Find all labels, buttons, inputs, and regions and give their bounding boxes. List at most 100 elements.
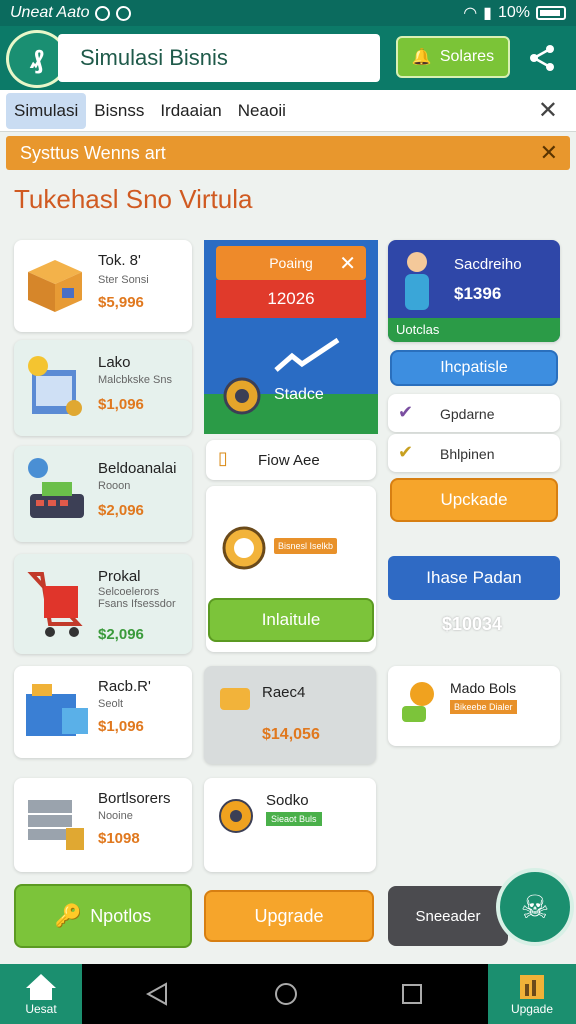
house-icon xyxy=(26,974,56,1000)
primary-action-button[interactable]: Ihcpatisle xyxy=(390,350,558,386)
shop-card-1[interactable]: Tok. 8' Ster Sonsi $5,996 xyxy=(14,240,192,332)
shop-card-sub: Ster Sonsi xyxy=(98,274,149,286)
list-item-label: Gpdarne xyxy=(440,406,495,422)
gear-tile[interactable]: Sodko Sieaot Buls xyxy=(204,778,376,872)
sync-status-icon xyxy=(116,5,132,21)
floating-skull-button[interactable]: ☠ xyxy=(496,868,574,946)
trend-check-icon xyxy=(274,337,340,372)
upgrade-main-label: Upgrade xyxy=(254,905,324,926)
profile-card[interactable]: Sacdreiho $1396 Uotclas xyxy=(388,240,560,342)
bonus-card[interactable]: Mado Bols Bikeebe Dialer xyxy=(388,666,560,746)
shop-card-sub: Selcoelerors Fsans Ifsessdor xyxy=(98,586,176,610)
shop-card-title: Bortlsorers xyxy=(98,790,171,807)
home-circle-icon[interactable] xyxy=(274,982,298,1006)
box-icon xyxy=(28,260,82,312)
stats-panel: Poaing ✕ 12026 Stadce xyxy=(204,240,378,434)
shopping-bag-icon xyxy=(26,684,88,736)
app-title: Simulasi Bisnis xyxy=(80,45,228,70)
profile-title: Sacdreiho xyxy=(454,256,522,273)
gear-tag: Sieaot Buls xyxy=(266,812,322,826)
close-tabs-icon[interactable]: ✕ xyxy=(538,96,558,125)
shop-card-sub: Rooon xyxy=(98,480,131,492)
person-avatar-icon xyxy=(405,252,429,310)
signal-icon: ▮ xyxy=(483,5,492,22)
spreader-label: Sneeader xyxy=(415,907,481,925)
coin-hand-icon xyxy=(402,682,434,722)
nav-home[interactable]: Uesat xyxy=(0,964,82,1024)
status-bar: Uneat Aato ◠ ▮ 10% xyxy=(0,0,576,26)
wifi-icon: ◠ xyxy=(463,5,478,22)
gear-icon xyxy=(223,377,261,415)
promo-title: Ihase Padan xyxy=(426,568,522,587)
notice-text: Systtus Wenns art xyxy=(20,142,166,163)
shop-card-5[interactable]: Racb.R' Seolt $1,096 xyxy=(14,666,192,758)
shop-card-sub: Nooine xyxy=(98,810,133,822)
wallet-icon xyxy=(220,688,250,710)
tab-bar: Simulasi Bisnss Irdaaian Neaoii ✕ xyxy=(0,90,576,132)
upgrade-main-button[interactable]: Upgrade xyxy=(204,890,374,942)
initialize-label: Inlaitule xyxy=(261,610,321,629)
tile-title: Raec4 xyxy=(262,684,306,701)
shelf-icon xyxy=(28,800,84,850)
shop-card-price: $2,096 xyxy=(98,626,144,643)
tab-label: Simulasi xyxy=(14,100,79,120)
flow-row[interactable]: ▯ Fiow Aee xyxy=(206,440,376,480)
pending-label: Poaing xyxy=(269,255,313,271)
shop-card-price: $5,996 xyxy=(98,294,144,311)
close-icon[interactable]: ✕ xyxy=(339,251,356,276)
page-title: Tukehasl Sno Virtula xyxy=(14,184,253,214)
shop-card-title: Tok. 8' xyxy=(98,252,141,269)
bonus-tag: Bikeebe Dialer xyxy=(450,700,517,714)
shop-card-sub: Malcbkske Sns xyxy=(98,374,172,386)
recents-icon[interactable] xyxy=(402,984,422,1004)
promo-value: $10034 xyxy=(442,614,503,634)
upgrade-button[interactable]: Upckade xyxy=(390,478,558,522)
initialize-button[interactable]: Inlaitule xyxy=(208,598,374,642)
value-tile[interactable]: Raec4 $14,056 xyxy=(204,666,376,764)
stats-value: 12026 xyxy=(216,280,366,318)
nav-upgrade[interactable]: Upgade xyxy=(488,964,576,1024)
app-title-field[interactable]: Simulasi Bisnis xyxy=(58,34,380,82)
skull-icon: ☠ xyxy=(520,889,550,925)
cash-register-icon xyxy=(28,458,84,518)
spreader-button[interactable]: Sneeader xyxy=(388,886,508,946)
tab-irdaaian[interactable]: Irdaaian xyxy=(152,93,229,129)
shop-card-title: Lako xyxy=(98,354,131,371)
shop-card-3[interactable]: Beldoanalai Rooon $2,096 xyxy=(14,446,192,542)
system-notice-banner: Systtus Wenns art ✕ xyxy=(6,136,570,170)
shop-card-price: $1,096 xyxy=(98,718,144,735)
list-item-label: Bhlpinen xyxy=(440,446,495,462)
key-icon: 🔑 xyxy=(54,903,83,928)
stats-status: Stadce xyxy=(274,386,324,403)
app-bar: ₰ Simulasi Bisnis 🔔 Solares xyxy=(0,26,576,90)
module-tag: Bisnesl Iselkb xyxy=(274,538,338,554)
sun-gear-icon xyxy=(219,799,253,833)
check-icon: ✔ xyxy=(398,442,414,462)
shop-card-6[interactable]: Bortlsorers Nooine $1098 xyxy=(14,778,192,872)
close-notice-icon[interactable]: ✕ xyxy=(540,140,558,166)
shop-card-title: Racb.R' xyxy=(98,678,151,695)
clipboard-icon: ▯ xyxy=(218,448,228,468)
upgrade-label: Upckade xyxy=(440,490,508,509)
profile-footer: Uotclas xyxy=(396,322,440,337)
solares-button[interactable]: 🔔 Solares xyxy=(396,36,510,78)
tab-bisnss[interactable]: Bisnss xyxy=(86,93,152,129)
solares-label: Solares xyxy=(439,48,495,65)
primary-action-label: Ihcpatisle xyxy=(440,359,508,376)
shop-card-4[interactable]: Prokal Selcoelerors Fsans Ifsessdor $2,0… xyxy=(14,554,192,654)
back-icon[interactable] xyxy=(146,982,168,1006)
tab-label: Irdaaian xyxy=(160,100,222,120)
shop-card-2[interactable]: Lako Malcbkske Sns $1,096 xyxy=(14,340,192,436)
list-item[interactable]: ✔ Bhlpinen xyxy=(388,434,560,472)
gear-title: Sodko xyxy=(266,792,309,809)
store-icon xyxy=(28,356,82,416)
share-icon[interactable] xyxy=(524,40,560,76)
tab-simulasi[interactable]: Simulasi xyxy=(6,92,87,129)
promo-button[interactable]: Ihase Padan xyxy=(388,556,560,600)
options-button[interactable]: 🔑 Npotlos xyxy=(14,884,192,948)
list-item[interactable]: ✔ Gpdarne xyxy=(388,394,560,432)
shop-card-price: $2,096 xyxy=(98,502,144,519)
nav-upgrade-label: Upgade xyxy=(510,1002,554,1016)
tab-neaoii[interactable]: Neaoii xyxy=(230,93,294,129)
pending-bar[interactable]: Poaing ✕ xyxy=(216,246,366,280)
